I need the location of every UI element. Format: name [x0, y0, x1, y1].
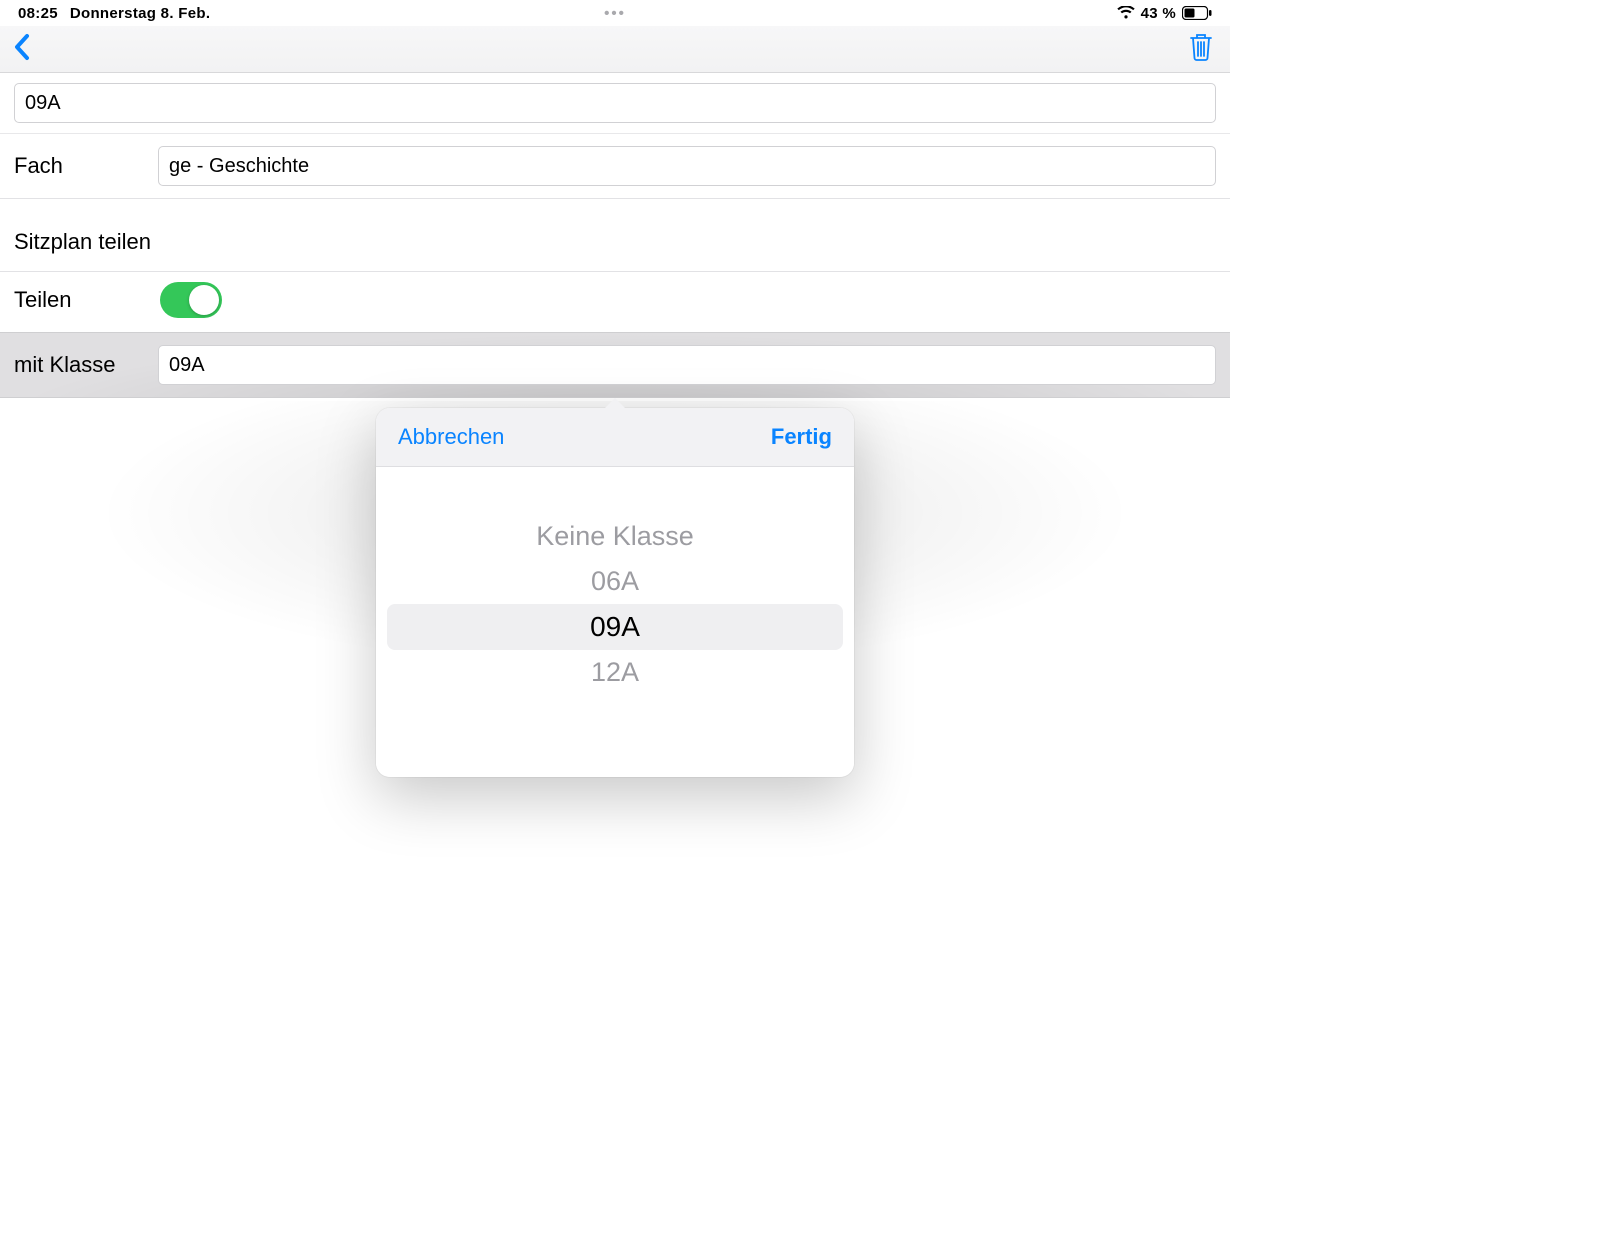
- share-toggle[interactable]: [160, 282, 222, 318]
- class-name-input[interactable]: [14, 83, 1216, 123]
- done-button[interactable]: Fertig: [771, 424, 832, 450]
- class-picker-wheel[interactable]: Keine Klasse 06A 09A 12A: [376, 467, 854, 777]
- nav-bar: [0, 26, 1230, 73]
- subject-input[interactable]: [158, 146, 1216, 186]
- trash-icon[interactable]: [1188, 31, 1214, 68]
- popover-header: Abbrechen Fertig: [376, 408, 854, 467]
- picker-item[interactable]: 12A: [387, 650, 843, 695]
- status-bar: 08:25 Donnerstag 8. Feb. ••• 43 %: [0, 0, 1230, 26]
- share-label: Teilen: [14, 287, 154, 313]
- picker-item[interactable]: Keine Klasse: [387, 514, 843, 559]
- battery-percent: 43 %: [1141, 5, 1176, 22]
- with-class-input[interactable]: [158, 345, 1216, 385]
- picker-item-selected[interactable]: 09A: [387, 604, 843, 650]
- row-share: Teilen: [0, 272, 1230, 333]
- subject-label: Fach: [14, 153, 154, 179]
- multitask-dots-icon[interactable]: •••: [604, 5, 626, 22]
- status-time: 08:25: [18, 5, 58, 22]
- row-with-class: mit Klasse: [0, 333, 1230, 398]
- row-class-name: [0, 73, 1230, 134]
- status-date: Donnerstag 8. Feb.: [70, 5, 210, 22]
- with-class-label: mit Klasse: [14, 352, 154, 378]
- wifi-icon: [1117, 6, 1135, 20]
- class-picker-popover: Abbrechen Fertig Keine Klasse 06A 09A 12…: [376, 408, 854, 777]
- section-seating-title: Sitzplan teilen: [0, 199, 1230, 272]
- row-subject: Fach: [0, 134, 1230, 199]
- battery-icon: [1182, 6, 1212, 20]
- cancel-button[interactable]: Abbrechen: [398, 424, 504, 450]
- picker-item[interactable]: 06A: [387, 559, 843, 604]
- back-button[interactable]: [12, 32, 34, 67]
